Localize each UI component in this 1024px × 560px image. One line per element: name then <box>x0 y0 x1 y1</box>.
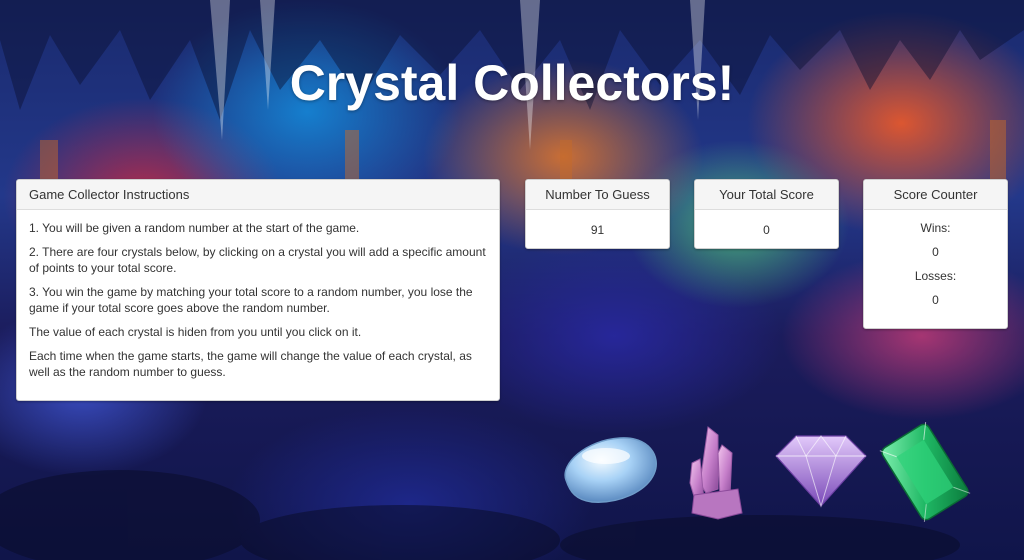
blue-crystal-icon[interactable] <box>558 434 662 511</box>
instruction-item: 3. You win the game by matching your tot… <box>29 285 473 315</box>
wins-label: Wins: <box>920 221 951 235</box>
pink-crystal-icon[interactable] <box>688 423 744 526</box>
instruction-item: 1. You will be given a random number at … <box>29 221 360 235</box>
losses-value: 0 <box>932 293 939 307</box>
number-to-guess-panel: Number To Guess 91 <box>525 179 670 249</box>
number-to-guess-heading: Number To Guess <box>526 180 669 210</box>
score-counter-panel: Score Counter Wins: 0 Losses: 0 <box>863 179 1008 329</box>
number-to-guess-value: 91 <box>590 223 605 237</box>
purple-crystal-icon[interactable] <box>774 432 868 513</box>
instructions-heading: Game Collector Instructions <box>17 180 499 210</box>
total-score-panel: Your Total Score 0 <box>694 179 839 249</box>
score-counter-heading: Score Counter <box>864 180 1007 210</box>
total-score-heading: Your Total Score <box>695 180 838 210</box>
total-score-value: 0 <box>763 223 770 237</box>
green-crystal-icon[interactable] <box>876 422 974 527</box>
instruction-item: Each time when the game starts, the game… <box>29 349 472 379</box>
instruction-item: The value of each crystal is hiden from … <box>29 325 362 339</box>
page-title: Crystal Collectors! <box>289 55 735 111</box>
wins-value: 0 <box>932 245 939 259</box>
instruction-item: 2. There are four crystals below, by cli… <box>29 245 486 275</box>
instructions-panel: Game Collector Instructions 1. You will … <box>16 179 500 401</box>
losses-label: Losses: <box>914 269 957 283</box>
